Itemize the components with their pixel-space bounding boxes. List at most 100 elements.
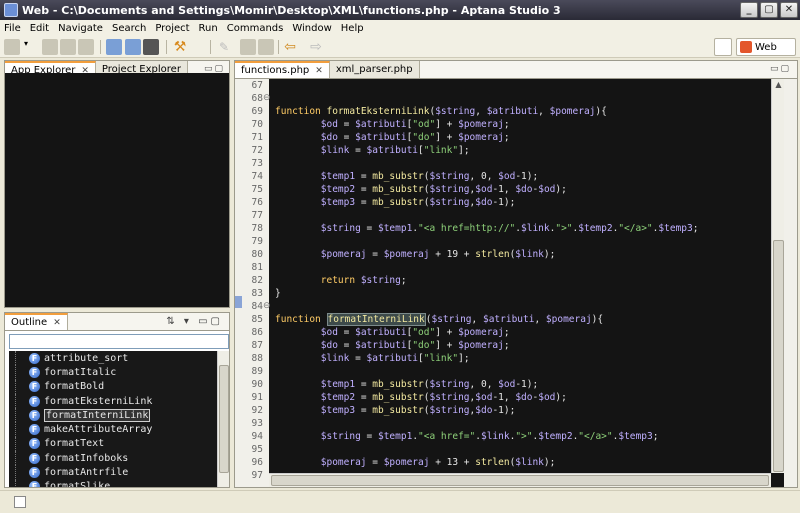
- outline-item-label: makeAttributeArray: [44, 424, 153, 436]
- outline-item-label: attribute_sort: [44, 352, 129, 364]
- format-icon[interactable]: [240, 39, 256, 55]
- function-icon: F: [29, 395, 40, 407]
- line-number: 78: [251, 223, 263, 234]
- function-icon: F: [29, 467, 40, 479]
- outline-item[interactable]: FformatSlike: [9, 479, 217, 487]
- outline-item[interactable]: Fattribute_sort: [9, 351, 217, 366]
- line-number: 67: [251, 80, 263, 91]
- search-icon[interactable]: [258, 39, 274, 55]
- fold-icon[interactable]: ⊖: [263, 93, 271, 103]
- line-number: 97: [251, 470, 263, 481]
- function-icon: F: [29, 424, 40, 436]
- outline-item-label: formatAntrfile: [44, 467, 129, 479]
- tab-xml-parser-php[interactable]: xml_parser.php: [329, 61, 420, 78]
- outline-item[interactable]: FformatInterniLink: [9, 408, 217, 423]
- open-perspective-icon[interactable]: [714, 38, 732, 56]
- line-number: 93: [251, 418, 263, 429]
- edit-icon[interactable]: ✎: [216, 39, 232, 55]
- close-tab-icon[interactable]: ✕: [315, 66, 323, 76]
- menu-search[interactable]: Search: [112, 23, 146, 34]
- menu-file[interactable]: File: [4, 23, 21, 34]
- outline-panel: Outline ✕ ⇅ ▾ ▭▢ Fattribute_sort FformatI…: [4, 312, 230, 488]
- line-number: 72: [251, 145, 263, 156]
- menu-window[interactable]: Window: [292, 23, 331, 34]
- outline-item-label: formatSlike: [44, 481, 111, 487]
- back-arrow-icon[interactable]: ⇦: [282, 39, 298, 55]
- app-explorer-tree[interactable]: [5, 73, 229, 307]
- window-title: Web - C:\Documents and Settings\Momir\De…: [22, 3, 561, 17]
- outline-item-label: formatInterniLink: [44, 408, 151, 422]
- outline-item-label: formatBold: [44, 381, 105, 393]
- line-number: 70: [251, 119, 263, 130]
- save-icon[interactable]: [42, 39, 58, 55]
- line-number: 68: [251, 93, 263, 104]
- outline-toolbar[interactable]: ⇅ ▾ ▭▢: [166, 316, 223, 327]
- line-number: 85: [251, 314, 263, 325]
- menu-project[interactable]: Project: [155, 23, 189, 34]
- line-number: 73: [251, 158, 263, 169]
- line-number: 69: [251, 106, 263, 117]
- line-number: 87: [251, 340, 263, 351]
- editor-vertical-scrollbar[interactable]: ▲: [771, 79, 784, 473]
- outline-item[interactable]: FformatItalic: [9, 365, 217, 380]
- line-number: 75: [251, 184, 263, 195]
- outline-filter-input[interactable]: [9, 334, 229, 349]
- line-number: 92: [251, 405, 263, 416]
- tab-outline[interactable]: Outline ✕: [5, 313, 68, 330]
- line-number: 95: [251, 444, 263, 455]
- line-number: 81: [251, 262, 263, 273]
- function-icon: F: [29, 409, 40, 421]
- line-number: 94: [251, 431, 263, 442]
- outline-item[interactable]: FformatInfoboks: [9, 451, 217, 466]
- fold-icon[interactable]: ⊖: [263, 301, 271, 311]
- outline-toggle-icon[interactable]: [125, 39, 141, 55]
- new-file-icon[interactable]: [4, 39, 20, 55]
- run-tool-icon[interactable]: ⚒: [172, 39, 188, 55]
- outline-scrollbar[interactable]: [217, 351, 229, 487]
- outline-item-label: formatItalic: [44, 366, 117, 378]
- new-dropdown-icon[interactable]: ▾: [24, 39, 32, 55]
- line-number: 77: [251, 210, 263, 221]
- web-perspective-button[interactable]: Web: [736, 38, 796, 56]
- line-number: 74: [251, 171, 263, 182]
- tab-functions-php[interactable]: functions.php ✕: [235, 61, 330, 78]
- outline-item-label: formatInfoboks: [44, 452, 129, 464]
- menu-bar: File Edit Navigate Search Project Run Co…: [0, 20, 800, 36]
- close-button[interactable]: ✕: [780, 2, 798, 18]
- line-number: 86: [251, 327, 263, 338]
- print-icon[interactable]: [78, 39, 94, 55]
- line-number: 88: [251, 353, 263, 364]
- outline-item[interactable]: FformatEksterniLink: [9, 393, 217, 409]
- main-toolbar: ▾ ⚒ ✎ ⇦ ⇨ Web: [0, 36, 800, 58]
- maximize-button[interactable]: ▢: [760, 2, 778, 18]
- outline-item[interactable]: FmakeAttributeArray: [9, 422, 217, 438]
- function-icon: F: [29, 452, 40, 464]
- line-number: 71: [251, 132, 263, 143]
- menu-help[interactable]: Help: [341, 23, 364, 34]
- minimize-maximize-icon[interactable]: ▭▢: [770, 64, 791, 74]
- line-number: 80: [251, 249, 263, 260]
- editor-horizontal-scrollbar[interactable]: [269, 473, 771, 487]
- menu-navigate[interactable]: Navigate: [58, 23, 103, 34]
- close-tab-icon[interactable]: ✕: [53, 318, 61, 328]
- save-all-icon[interactable]: [60, 39, 76, 55]
- menu-edit[interactable]: Edit: [30, 23, 49, 34]
- aptana-logo-icon: [4, 3, 18, 17]
- line-number: 96: [251, 457, 263, 468]
- terminal-icon[interactable]: [143, 39, 159, 55]
- outline-list: Fattribute_sort FformatItalic FformatBold F…: [9, 351, 217, 487]
- outline-item[interactable]: FformatText: [9, 436, 217, 452]
- menu-run[interactable]: Run: [199, 23, 218, 34]
- function-icon: F: [29, 366, 40, 378]
- forward-arrow-icon[interactable]: ⇨: [308, 39, 324, 55]
- fast-view-icon[interactable]: [14, 496, 26, 508]
- outline-item[interactable]: FformatAntrfile: [9, 465, 217, 480]
- code-editor[interactable]: 67 68 69 70 71 72 73 74 75 76 77 78 79 80 81 82 83 84 85 86…: [235, 79, 797, 487]
- line-number: 91: [251, 392, 263, 403]
- minimize-button[interactable]: _: [740, 2, 758, 18]
- line-number: 89: [251, 366, 263, 377]
- function-icon: F: [29, 352, 40, 364]
- outline-item[interactable]: FformatBold: [9, 379, 217, 395]
- toggle-view-icon[interactable]: [106, 39, 122, 55]
- menu-commands[interactable]: Commands: [227, 23, 284, 34]
